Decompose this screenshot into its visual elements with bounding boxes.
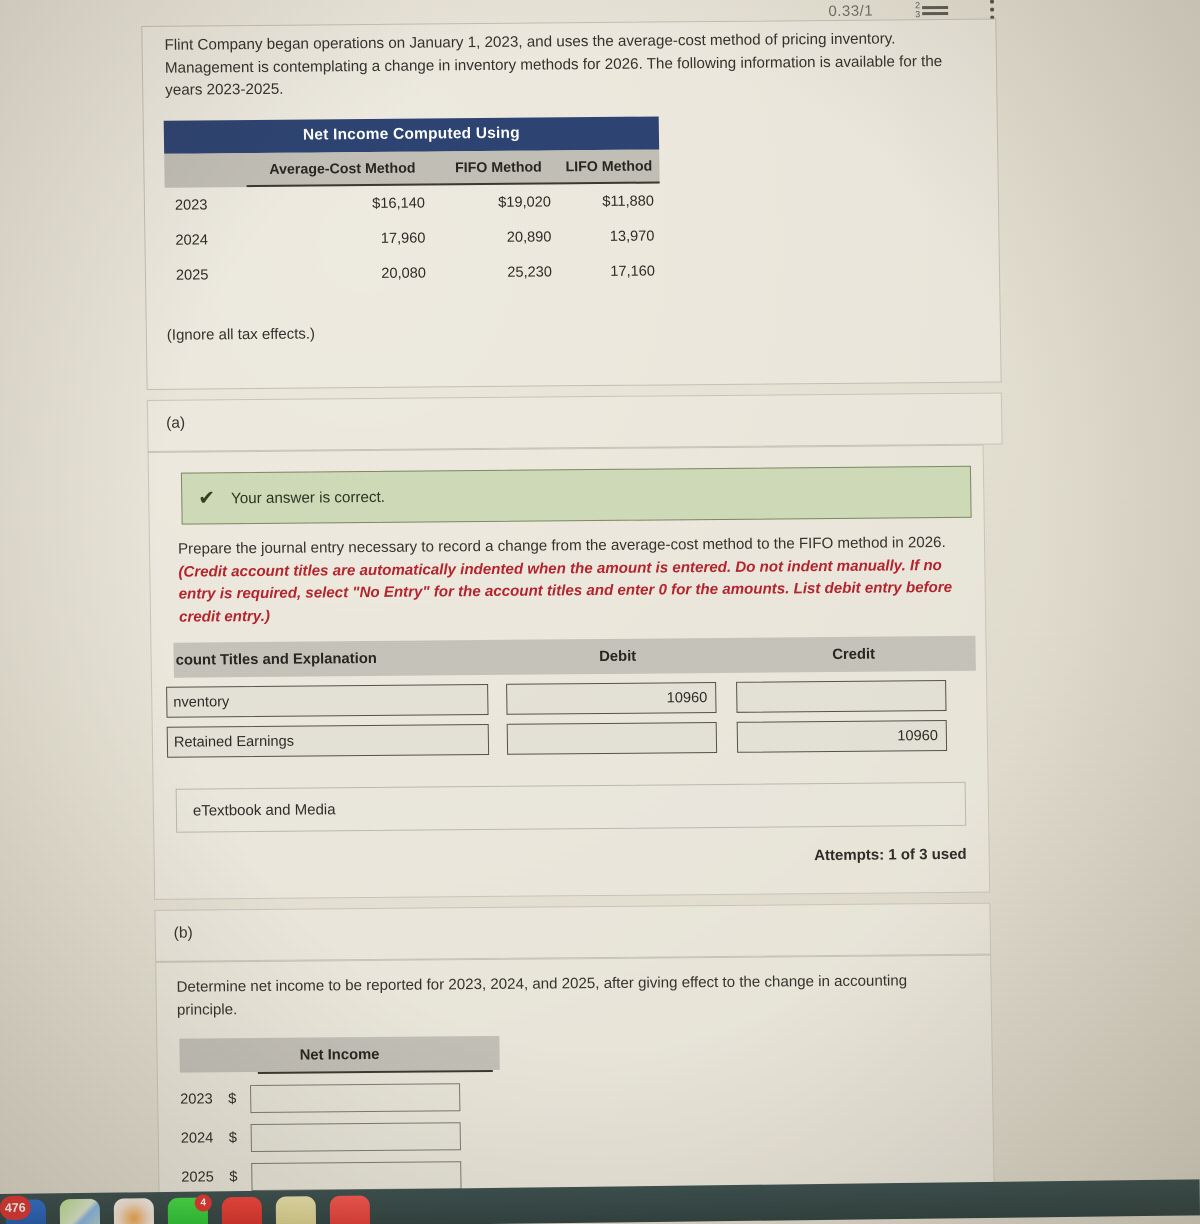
cell-lifo: 13,970: [609, 228, 655, 245]
row-label-year: 2023: [180, 1091, 213, 1108]
column-header-year: [164, 153, 247, 188]
currency-symbol: $: [228, 1130, 238, 1147]
column-header-lifo: LIFO Method: [558, 149, 660, 185]
net-income-input-2024[interactable]: [250, 1122, 461, 1153]
column-header-net-income: Net Income: [179, 1035, 500, 1073]
column-header-average-cost: Average-Cost Method: [246, 151, 439, 188]
cell-lifo: 17,160: [610, 263, 656, 280]
net-income-input-2023[interactable]: [249, 1083, 461, 1114]
credit-input-2[interactable]: 10960: [736, 719, 948, 753]
column-header-account-titles: count Titles and Explanation: [175, 650, 377, 669]
fraction-list-icon[interactable]: 2 3: [915, 0, 949, 20]
dock-badge-count: 476: [0, 1195, 31, 1221]
cell-fifo: 20,890: [506, 229, 552, 246]
part-b-header-card: (b): [154, 902, 992, 962]
score-display: 0.33/1: [828, 2, 874, 20]
kebab-menu-icon[interactable]: [989, 0, 995, 20]
dock-icon-messages[interactable]: 476: [0, 1195, 47, 1224]
journal-entry-table: count Titles and Explanation Debit Credi…: [166, 635, 977, 758]
table-row: 2023 $16,140 $19,020 $11,880: [165, 183, 661, 222]
part-a-prompt-required: (Credit account titles are automatically…: [178, 556, 953, 626]
cell-average-cost: 20,080: [381, 265, 427, 282]
cell-year: 2025: [175, 267, 209, 284]
dock-icon-notes[interactable]: [275, 1196, 317, 1224]
part-a-prompt: Prepare the journal entry necessary to r…: [178, 532, 979, 630]
attempts-counter: Attempts: 1 of 3 used: [813, 845, 967, 865]
account-title-select-2[interactable]: Retained Earnings: [166, 723, 490, 758]
net-income-row: 2025 $: [181, 1161, 501, 1192]
problem-statement: Flint Company began operations on Januar…: [164, 30, 943, 99]
dock-icon-maps[interactable]: [59, 1198, 101, 1224]
currency-symbol: $: [228, 1091, 237, 1108]
net-income-row: 2023 $: [180, 1083, 500, 1114]
etextbook-and-media-bar[interactable]: eTextbook and Media: [175, 781, 967, 833]
cell-fifo: 25,230: [507, 264, 553, 281]
net-income-table-header-row: Average-Cost Method FIFO Method LIFO Met…: [164, 149, 660, 188]
column-header-fifo: FIFO Method: [438, 150, 559, 186]
cell-fifo: $19,020: [498, 194, 552, 211]
part-b-prompt: Determine net income to be reported for …: [176, 972, 908, 1019]
part-a-header-card: (a): [146, 392, 1003, 452]
cell-average-cost: 17,960: [380, 230, 426, 247]
debit-input-1[interactable]: 10960: [506, 681, 717, 715]
account-title-select-1[interactable]: nventory: [166, 683, 489, 718]
checkmark-icon: ✔: [198, 487, 216, 510]
problem-intro-card: Flint Company began operations on Januar…: [141, 18, 1002, 390]
status-banner-correct: ✔ Your answer is correct.: [180, 465, 972, 525]
table-row: 2024 17,960 20,890 13,970: [165, 218, 661, 257]
part-b-label: (b): [173, 924, 193, 942]
debit-input-2[interactable]: [506, 721, 718, 755]
row-label-year: 2025: [181, 1169, 214, 1186]
column-header-credit: Credit: [832, 646, 876, 663]
part-a-label: (a): [166, 414, 186, 432]
credit-input-1[interactable]: [736, 679, 947, 713]
cell-year: 2023: [174, 197, 208, 214]
journal-header-row: count Titles and Explanation Debit Credi…: [173, 635, 976, 678]
part-b-body-card: Determine net income to be reported for …: [155, 954, 995, 1194]
net-income-table-banner: Net Income Computed Using: [163, 116, 660, 154]
currency-symbol: $: [229, 1169, 238, 1186]
dock-icon-music[interactable]: [329, 1195, 371, 1224]
cell-average-cost: $16,140: [372, 195, 426, 212]
cell-year: 2024: [175, 232, 209, 249]
journal-row: nventory 10960: [166, 679, 976, 718]
journal-row: Retained Earnings 10960: [166, 719, 977, 758]
row-label-year: 2024: [180, 1130, 214, 1147]
etextbook-and-media-link[interactable]: eTextbook and Media: [193, 801, 336, 819]
net-income-input-table: Net Income 2023 $ 2024 $ 2025 $: [179, 1035, 501, 1192]
tax-effects-note: (Ignore all tax effects.): [166, 325, 316, 344]
net-income-input-2025[interactable]: [251, 1161, 462, 1192]
cell-lifo: $11,880: [602, 193, 655, 210]
dock-icon-photos[interactable]: [113, 1198, 155, 1224]
net-income-table: Net Income Computed Using Average-Cost M…: [163, 116, 662, 292]
dock-icon-youtube[interactable]: [221, 1196, 263, 1224]
column-header-debit: Debit: [599, 648, 637, 666]
net-income-row: 2024 $: [181, 1122, 501, 1153]
browser-screen: 0.33/1 2 3 Flint Company began operation…: [0, 0, 1200, 1195]
dock-icon-phone[interactable]: 4: [167, 1194, 212, 1224]
status-banner-text: Your answer is correct.: [230, 488, 386, 507]
part-a-prompt-normal: Prepare the journal entry necessary to r…: [177, 533, 946, 558]
fraction-denominator: 3: [915, 9, 921, 20]
table-row: 2025 20,080 25,230 17,160: [166, 253, 662, 292]
dock-badge-small: 4: [194, 1194, 212, 1212]
part-a-body-card: ✔ Your answer is correct. Prepare the jo…: [147, 444, 991, 900]
